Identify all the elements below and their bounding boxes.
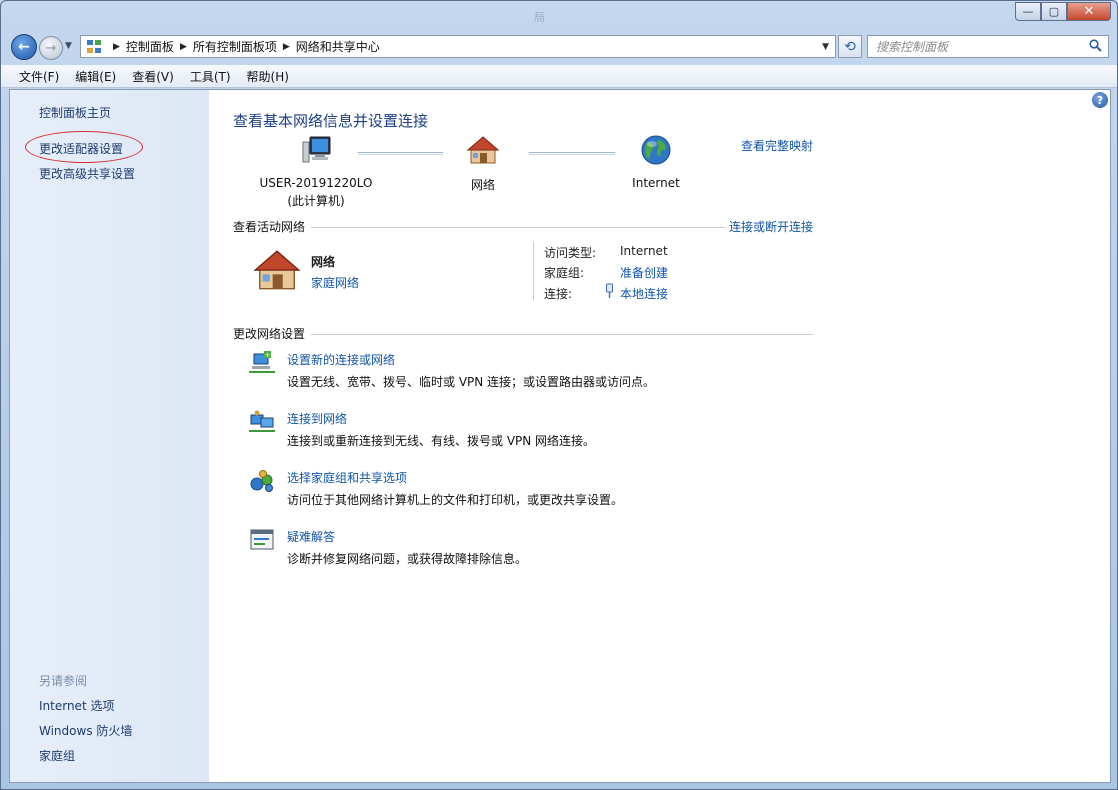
map-node-computer: USER-20191220LO (此计算机)	[253, 134, 379, 209]
access-type-value: Internet	[620, 244, 668, 258]
sidebar-link-homegroup[interactable]: 家庭组	[39, 747, 75, 764]
breadcrumb-separator[interactable]: ▶	[180, 42, 187, 52]
map-connector-line	[358, 152, 443, 155]
sidebar-link-windows-firewall[interactable]: Windows 防火墙	[39, 722, 132, 739]
network-node-label: 网络	[470, 178, 495, 192]
breadcrumb-all-items[interactable]: 所有控制面板项	[193, 38, 277, 55]
task-link-troubleshoot[interactable]: 疑难解答	[287, 528, 335, 545]
menu-file[interactable]: 文件(F)	[11, 66, 67, 87]
refresh-button[interactable]: ⟲	[838, 35, 862, 58]
recent-pages-dropdown[interactable]: ▼	[65, 41, 72, 51]
search-input[interactable]	[876, 39, 1076, 54]
network-type-link[interactable]: 家庭网络	[311, 274, 359, 291]
sidebar-link-control-panel-home[interactable]: 控制面板主页	[39, 104, 111, 121]
task-desc-troubleshoot: 诊断并修复网络问题，或获得故障排除信息。	[287, 552, 528, 566]
task-desc-new-connection: 设置无线、宽带、拨号、临时或 VPN 连接；或设置路由器或访问点。	[287, 375, 656, 389]
access-type-label: 访问类型:	[544, 246, 597, 260]
explorer-window: 局 — ▢ ✕ ← → ▼ ▶ 控制面板 ▶ 所有控制面板项 ▶ 网络和共享中心…	[0, 0, 1118, 790]
task-link-new-connection[interactable]: 设置新的连接或网络	[287, 351, 395, 368]
forward-button[interactable]: →	[39, 36, 63, 60]
map-node-internet[interactable]: Internet	[621, 134, 691, 190]
computer-icon	[302, 136, 331, 163]
active-networks-header: 查看活动网络	[233, 220, 306, 234]
connect-disconnect-link[interactable]: 连接或断开连接	[729, 218, 813, 235]
control-panel-icon	[87, 39, 103, 54]
task-desc-connect-network: 连接到或重新连接到无线、有线、拨号或 VPN 网络连接。	[287, 434, 596, 448]
caption-buttons: — ▢ ✕	[1015, 2, 1111, 21]
menu-help[interactable]: 帮助(H)	[239, 66, 297, 87]
house-icon	[466, 136, 500, 164]
task-desc-homegroup-sharing: 访问位于其他网络计算机上的文件和打印机，或更改共享设置。	[287, 493, 624, 507]
computer-sublabel: (此计算机)	[287, 194, 345, 208]
sidebar-link-advanced-sharing[interactable]: 更改高级共享设置	[39, 165, 135, 182]
internet-node-label: Internet	[632, 176, 680, 190]
page-title: 查看基本网络信息并设置连接	[233, 112, 429, 130]
breadcrumb-control-panel[interactable]: 控制面板	[126, 38, 174, 55]
vertical-divider	[533, 242, 534, 300]
sidebar-link-change-adapter-settings[interactable]: 更改适配器设置	[39, 140, 123, 157]
maximize-button[interactable]: ▢	[1041, 2, 1067, 21]
see-also-header: 另请参阅	[39, 674, 88, 688]
map-node-network[interactable]: 网络	[453, 134, 513, 193]
local-connection-link[interactable]: 本地连接	[620, 285, 668, 302]
address-dropdown[interactable]: ▼	[822, 42, 829, 52]
new-connection-icon: +	[249, 351, 275, 373]
breadcrumb-separator[interactable]: ▶	[283, 42, 290, 52]
connect-network-icon	[249, 410, 275, 432]
homegroup-icon	[250, 470, 273, 492]
breadcrumb-network-center[interactable]: 网络和共享中心	[296, 38, 380, 55]
homegroup-link[interactable]: 准备创建	[620, 264, 668, 281]
computer-name-label: USER-20191220LO	[259, 176, 373, 190]
connection-label: 连接:	[544, 287, 573, 301]
svg-text:+: +	[265, 351, 271, 359]
back-button[interactable]: ←	[11, 34, 37, 60]
minimize-button[interactable]: —	[1015, 2, 1041, 21]
menu-tools[interactable]: 工具(T)	[182, 66, 239, 87]
map-connector-line	[529, 152, 615, 155]
help-icon[interactable]: ?	[1092, 92, 1108, 108]
address-bar[interactable]: ▶ 控制面板 ▶ 所有控制面板项 ▶ 网络和共享中心 ▼	[80, 35, 836, 58]
section-divider	[311, 227, 725, 228]
breadcrumb-separator[interactable]: ▶	[113, 42, 120, 52]
ghost-title-text: 局	[534, 11, 545, 24]
close-button[interactable]: ✕	[1067, 2, 1111, 21]
navigation-bar: ← → ▼ ▶ 控制面板 ▶ 所有控制面板项 ▶ 网络和共享中心 ▼ ⟲	[1, 31, 1117, 63]
task-link-homegroup-sharing[interactable]: 选择家庭组和共享选项	[287, 469, 407, 486]
client-area: 控制面板主页 更改适配器设置 更改高级共享设置 另请参阅 Internet 选项…	[9, 89, 1111, 783]
sidebar-link-internet-options[interactable]: Internet 选项	[39, 697, 114, 714]
view-full-map-link[interactable]: 查看完整映射	[741, 137, 813, 154]
task-link-connect-network[interactable]: 连接到网络	[287, 410, 347, 427]
search-icon[interactable]	[1089, 39, 1102, 52]
title-bar[interactable]: 局 — ▢ ✕	[1, 1, 1117, 31]
active-network-name: 网络	[311, 255, 336, 269]
troubleshoot-icon	[250, 529, 274, 550]
task-sidebar: 控制面板主页 更改适配器设置 更改高级共享设置 另请参阅 Internet 选项…	[10, 90, 209, 782]
house-icon	[253, 250, 301, 290]
section-divider	[311, 334, 813, 335]
main-content: ? 查看基本网络信息并设置连接 查看完整映射 USER-20191220LO (…	[209, 90, 1110, 782]
change-settings-header: 更改网络设置	[233, 327, 306, 341]
homegroup-label: 家庭组:	[544, 266, 585, 280]
search-box[interactable]	[867, 35, 1109, 58]
globe-icon	[641, 135, 671, 165]
menu-edit[interactable]: 编辑(E)	[67, 66, 124, 87]
menu-bar: 文件(F) 编辑(E) 查看(V) 工具(T) 帮助(H)	[1, 65, 1117, 88]
ethernet-plug-icon	[606, 283, 613, 298]
menu-view[interactable]: 查看(V)	[124, 66, 182, 87]
